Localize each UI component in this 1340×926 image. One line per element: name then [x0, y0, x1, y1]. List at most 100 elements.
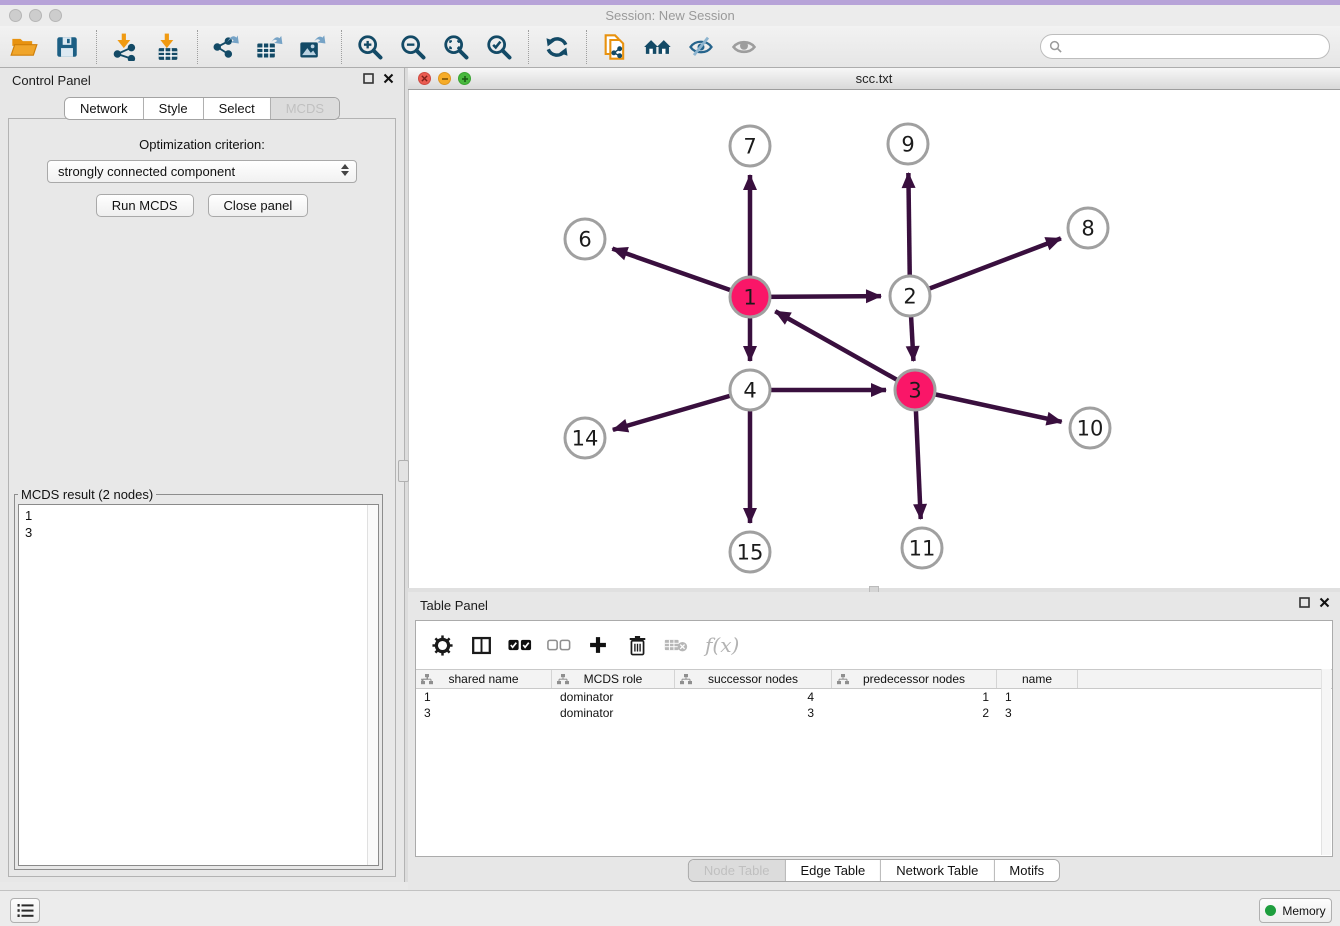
mcds-result-line: 3 — [25, 524, 378, 541]
export-network-button[interactable] — [210, 31, 242, 63]
float-table-panel-icon[interactable] — [1299, 597, 1310, 608]
zoom-out-icon — [399, 33, 427, 61]
mcds-result-list[interactable]: 1 3 — [18, 504, 379, 866]
control-panel: Control Panel Network Style Select MCDS … — [0, 68, 404, 882]
result-scrollbar[interactable] — [367, 505, 378, 865]
graph-node-3[interactable]: 3 — [895, 370, 935, 410]
save-session-button[interactable] — [51, 31, 83, 63]
memory-button[interactable]: Memory — [1259, 898, 1332, 923]
select-all-button[interactable] — [508, 633, 532, 657]
cell-shared-name[interactable]: 1 — [416, 690, 552, 704]
tree-column-icon — [421, 674, 433, 685]
run-mcds-button[interactable]: Run MCDS — [96, 194, 194, 217]
search-input[interactable] — [1067, 37, 1329, 57]
control-panel-title: Control Panel — [12, 73, 91, 88]
open-session-button[interactable] — [8, 31, 40, 63]
graph-edge-3-10[interactable] — [915, 390, 1062, 422]
graph-node-11[interactable]: 11 — [902, 528, 942, 568]
home-view-button[interactable] — [642, 31, 674, 63]
zoom-in-button[interactable] — [354, 31, 386, 63]
float-panel-icon[interactable] — [363, 73, 374, 84]
close-panel-icon[interactable] — [383, 73, 394, 84]
graph-node-8[interactable]: 8 — [1068, 208, 1108, 248]
zoom-out-button[interactable] — [397, 31, 429, 63]
import-table-button[interactable] — [152, 31, 184, 63]
network-close-button[interactable] — [418, 72, 431, 85]
table-tabs: Node Table Edge Table Network Table Moti… — [688, 859, 1060, 882]
add-column-button[interactable] — [586, 633, 610, 657]
duplicate-network-button[interactable] — [599, 31, 631, 63]
table-row[interactable]: 1 dominator 4 1 1 — [416, 689, 1332, 705]
column-header-shared-name[interactable]: shared name — [416, 670, 552, 688]
tab-select[interactable]: Select — [204, 98, 271, 119]
graph-node-7[interactable]: 7 — [730, 126, 770, 166]
delete-table-button[interactable] — [664, 633, 688, 657]
delete-column-button[interactable] — [625, 633, 649, 657]
split-columns-icon — [471, 635, 492, 656]
tab-network-table[interactable]: Network Table — [881, 860, 994, 881]
network-maximize-button[interactable] — [458, 72, 471, 85]
tab-node-table[interactable]: Node Table — [689, 860, 786, 881]
show-column-panel-button[interactable] — [469, 633, 493, 657]
cell-successor-nodes[interactable]: 4 — [675, 690, 832, 704]
search-box[interactable] — [1040, 34, 1330, 59]
tab-mcds[interactable]: MCDS — [271, 98, 339, 119]
column-settings-button[interactable] — [430, 633, 454, 657]
cell-successor-nodes[interactable]: 3 — [675, 706, 832, 720]
table-toolbar: f(x) — [416, 621, 1332, 669]
cell-mcds-role[interactable]: dominator — [552, 706, 675, 720]
graph-edge-2-8[interactable] — [910, 238, 1061, 296]
network-window-titlebar[interactable]: scc.txt — [408, 68, 1340, 90]
graph-node-label: 9 — [901, 133, 914, 157]
cell-mcds-role[interactable]: dominator — [552, 690, 675, 704]
deselect-all-button[interactable] — [547, 633, 571, 657]
graph-node-14[interactable]: 14 — [565, 418, 605, 458]
cell-name[interactable]: 3 — [997, 706, 1078, 720]
graph-node-label: 14 — [572, 427, 599, 451]
column-header-successor-nodes[interactable]: successor nodes — [675, 670, 832, 688]
export-image-button[interactable] — [296, 31, 328, 63]
criterion-select[interactable]: strongly connected component — [47, 160, 357, 183]
graph-node-15[interactable]: 15 — [730, 532, 770, 572]
hide-details-button[interactable] — [685, 31, 717, 63]
cell-shared-name[interactable]: 3 — [416, 706, 552, 720]
trash-icon — [628, 635, 647, 656]
panel-splitter-handle[interactable] — [398, 460, 409, 482]
window-title: Session: New Session — [0, 8, 1340, 23]
tab-motifs[interactable]: Motifs — [994, 860, 1059, 881]
graph-node-1[interactable]: 1 — [730, 277, 770, 317]
cell-predecessor-nodes[interactable]: 2 — [832, 706, 997, 720]
export-table-button[interactable] — [253, 31, 285, 63]
tab-style[interactable]: Style — [144, 98, 204, 119]
cell-predecessor-nodes[interactable]: 1 — [832, 690, 997, 704]
show-details-button[interactable] — [728, 31, 760, 63]
zoom-fit-icon — [442, 33, 470, 61]
graph-node-2[interactable]: 2 — [890, 276, 930, 316]
close-panel-button[interactable]: Close panel — [208, 194, 309, 217]
close-table-panel-icon[interactable] — [1319, 597, 1330, 608]
graph-edge-1-6[interactable] — [612, 249, 750, 297]
refresh-network-button[interactable] — [541, 31, 573, 63]
column-header-name[interactable]: name — [997, 670, 1078, 688]
graph-node-label: 8 — [1081, 217, 1094, 241]
column-header-mcds-role[interactable]: MCDS role — [552, 670, 675, 688]
column-header-predecessor-nodes[interactable]: predecessor nodes — [832, 670, 997, 688]
table-row[interactable]: 3 dominator 3 2 3 — [416, 705, 1332, 721]
network-canvas[interactable]: 7 9 6 8 1 2 4 3 14 10 15 11 — [408, 90, 1340, 588]
tab-edge-table[interactable]: Edge Table — [785, 860, 881, 881]
function-builder-button[interactable]: f(x) — [705, 633, 739, 657]
import-network-button[interactable] — [109, 31, 141, 63]
graph-node-4[interactable]: 4 — [730, 370, 770, 410]
tree-column-icon — [557, 674, 569, 685]
zoom-fit-button[interactable] — [440, 31, 472, 63]
cell-name[interactable]: 1 — [997, 690, 1078, 704]
graph-node-9[interactable]: 9 — [888, 124, 928, 164]
task-history-button[interactable] — [10, 898, 40, 923]
tab-network[interactable]: Network — [65, 98, 144, 119]
zoom-selected-button[interactable] — [483, 31, 515, 63]
graph-node-10[interactable]: 10 — [1070, 408, 1110, 448]
table-scrollbar[interactable] — [1321, 669, 1331, 855]
graph-node-6[interactable]: 6 — [565, 219, 605, 259]
graph-edge-3-1[interactable] — [775, 311, 915, 390]
network-minimize-button[interactable] — [438, 72, 451, 85]
